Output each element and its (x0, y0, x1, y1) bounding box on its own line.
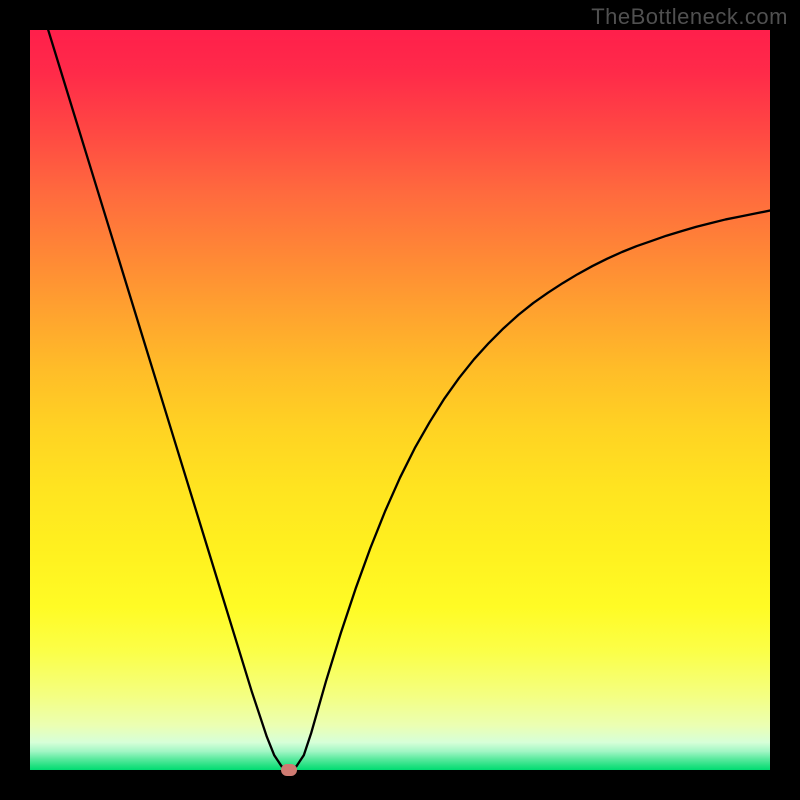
chart-frame: TheBottleneck.com (0, 0, 800, 800)
bottleneck-chart (30, 30, 770, 770)
optimal-point-marker (281, 764, 297, 776)
watermark-text: TheBottleneck.com (591, 4, 788, 30)
gradient-background (30, 30, 770, 770)
